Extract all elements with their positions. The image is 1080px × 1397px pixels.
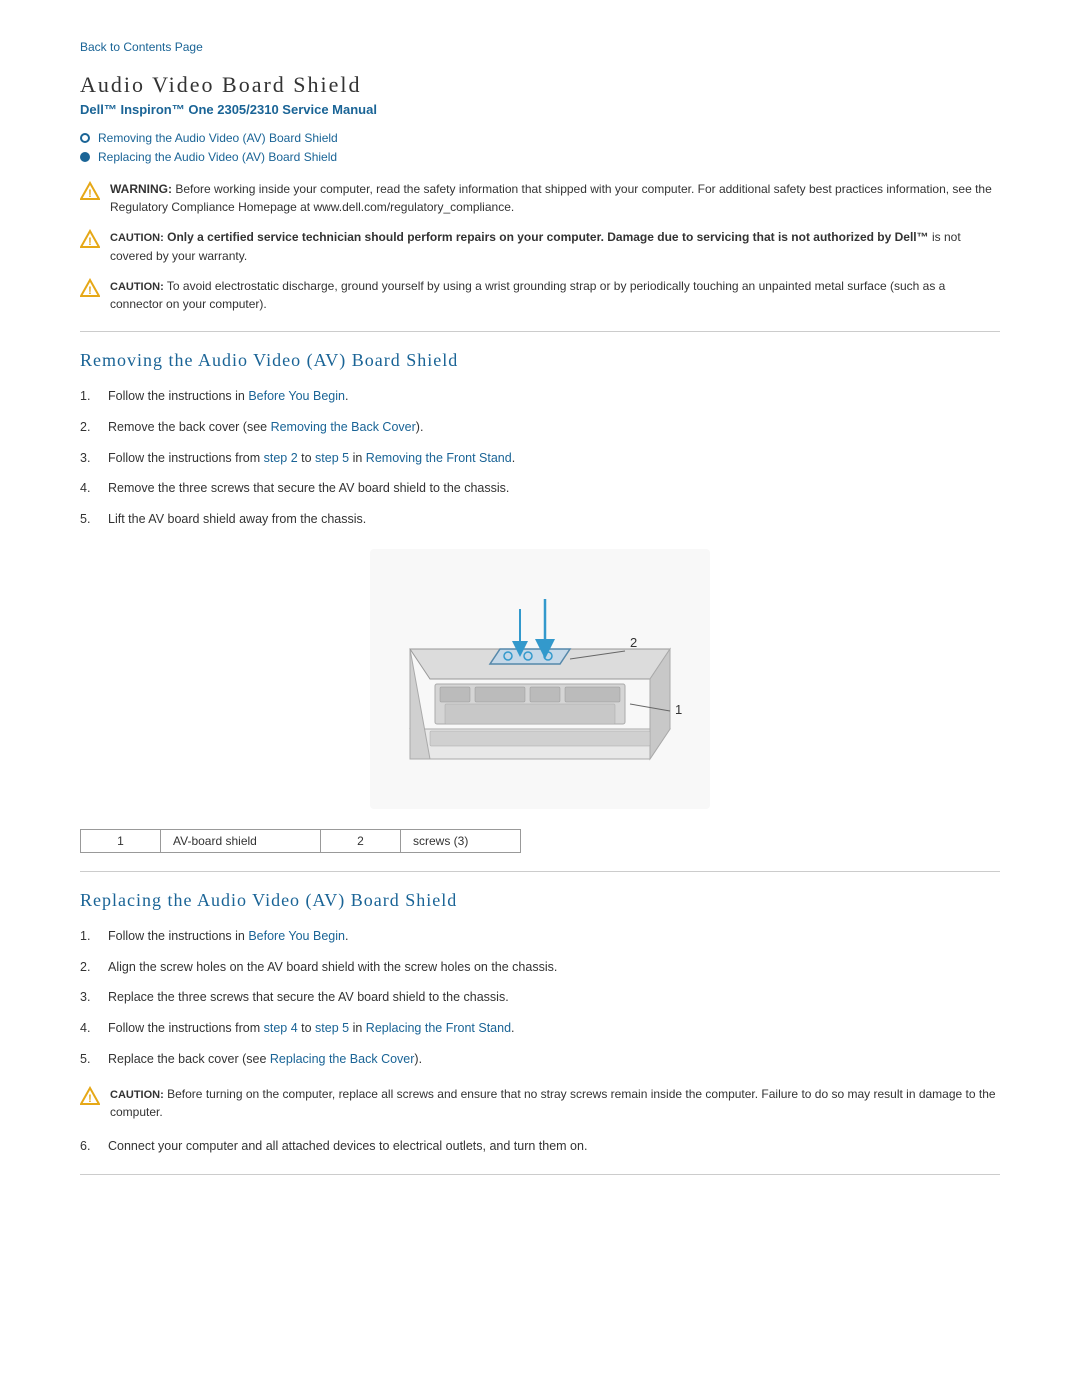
removing-steps-list: 1. Follow the instructions in Before You…: [80, 387, 1000, 529]
page-title: Audio Video Board Shield: [80, 72, 1000, 98]
caution-text-3: CAUTION: Before turning on the computer,…: [110, 1085, 1000, 1122]
toc-container: Removing the Audio Video (AV) Board Shie…: [80, 131, 1000, 164]
removing-step-2: 2. Remove the back cover (see Removing t…: [80, 418, 1000, 437]
removing-step-5: 5. Lift the AV board shield away from th…: [80, 510, 1000, 529]
warning-icon: !: [80, 181, 100, 201]
removing-step-4: 4. Remove the three screws that secure t…: [80, 479, 1000, 498]
divider-2: [80, 871, 1000, 872]
back-to-contents-link[interactable]: Back to Contents Page: [80, 40, 1000, 54]
svg-text:!: !: [88, 1093, 92, 1105]
removing-section-heading: Removing the Audio Video (AV) Board Shie…: [80, 350, 1000, 371]
replacing-step-6: 6. Connect your computer and all attache…: [80, 1137, 1000, 1156]
divider-3: [80, 1174, 1000, 1175]
removing-step-1: 1. Follow the instructions in Before You…: [80, 387, 1000, 406]
svg-text:1: 1: [675, 702, 682, 717]
part-name-2: screws (3): [401, 829, 521, 852]
diagram-svg: 2 1: [370, 549, 710, 809]
caution-notice-3: ! CAUTION: Before turning on the compute…: [80, 1085, 1000, 1122]
removing-front-stand-link[interactable]: Removing the Front Stand: [366, 451, 512, 465]
toc-bullet-2: [80, 152, 90, 162]
replacing-step-3: 3. Replace the three screws that secure …: [80, 988, 1000, 1007]
service-manual-label: Dell™ Inspiron™ One 2305/2310 Service Ma…: [80, 102, 1000, 117]
replacing-step-5: 5. Replace the back cover (see Replacing…: [80, 1050, 1000, 1069]
removing-back-cover-link[interactable]: Removing the Back Cover: [271, 420, 416, 434]
replacing-step-1: 1. Follow the instructions in Before You…: [80, 927, 1000, 946]
svg-text:!: !: [88, 188, 92, 200]
replacing-step-2: 2. Align the screw holes on the AV board…: [80, 958, 1000, 977]
caution-text-2: CAUTION: To avoid electrostatic discharg…: [110, 277, 1000, 314]
part-num-1: 1: [81, 829, 161, 852]
divider-1: [80, 331, 1000, 332]
av-board-diagram: 2 1: [80, 549, 1000, 809]
toc-link-replacing[interactable]: Replacing the Audio Video (AV) Board Shi…: [98, 150, 337, 164]
step5-link-2[interactable]: step 5: [315, 1021, 349, 1035]
parts-table: 1 AV-board shield 2 screws (3): [80, 829, 521, 853]
warning-notice: ! WARNING: Before working inside your co…: [80, 180, 1000, 216]
step2-link[interactable]: step 2: [264, 451, 298, 465]
before-you-begin-link-2[interactable]: Before You Begin: [248, 929, 345, 943]
replacing-back-cover-link[interactable]: Replacing the Back Cover: [270, 1052, 415, 1066]
toc-link-removing[interactable]: Removing the Audio Video (AV) Board Shie…: [98, 131, 338, 145]
step4-link[interactable]: step 4: [264, 1021, 298, 1035]
replacing-step-4: 4. Follow the instructions from step 4 t…: [80, 1019, 1000, 1038]
parts-table-row: 1 AV-board shield 2 screws (3): [81, 829, 521, 852]
warning-text: WARNING: Before working inside your comp…: [110, 180, 1000, 216]
toc-item-2: Replacing the Audio Video (AV) Board Shi…: [80, 150, 1000, 164]
removing-step-3: 3. Follow the instructions from step 2 t…: [80, 449, 1000, 468]
before-you-begin-link-1[interactable]: Before You Begin: [248, 389, 345, 403]
svg-text:!: !: [88, 236, 92, 248]
replacing-steps-list: 1. Follow the instructions in Before You…: [80, 927, 1000, 1069]
toc-item-1: Removing the Audio Video (AV) Board Shie…: [80, 131, 1000, 145]
caution-icon-1: !: [80, 229, 100, 249]
part-name-1: AV-board shield: [161, 829, 321, 852]
replacing-steps-list-2: 6. Connect your computer and all attache…: [80, 1137, 1000, 1156]
caution-icon-2: !: [80, 278, 100, 298]
part-num-2: 2: [321, 829, 401, 852]
replacing-section-heading: Replacing the Audio Video (AV) Board Shi…: [80, 890, 1000, 911]
svg-text:!: !: [88, 285, 92, 297]
caution-text-1: CAUTION: Only a certified service techni…: [110, 228, 1000, 265]
svg-text:2: 2: [630, 635, 637, 650]
caution-notice-1: ! CAUTION: Only a certified service tech…: [80, 228, 1000, 265]
replacing-front-stand-link[interactable]: Replacing the Front Stand: [366, 1021, 511, 1035]
caution-notice-2: ! CAUTION: To avoid electrostatic discha…: [80, 277, 1000, 314]
caution-icon-3: !: [80, 1086, 100, 1106]
step5-link-1[interactable]: step 5: [315, 451, 349, 465]
toc-bullet-1: [80, 133, 90, 143]
